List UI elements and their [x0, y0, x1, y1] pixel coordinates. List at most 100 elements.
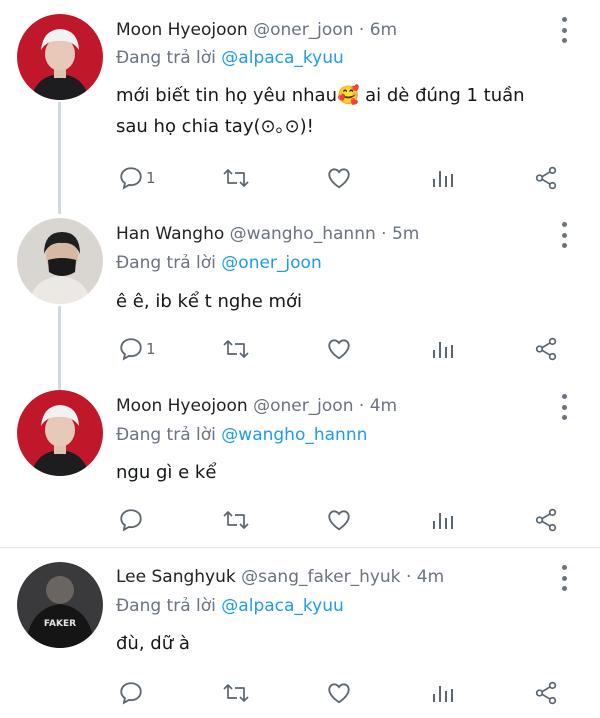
avatar-white-hair-icon	[17, 14, 103, 100]
tweet-text: ê ê, ib kể t nghe mới	[116, 286, 566, 317]
timestamp[interactable]: 6m	[370, 20, 397, 40]
action-bar	[0, 505, 600, 535]
action-bar: 1	[0, 163, 600, 193]
handle[interactable]: @wangho_hannn	[230, 224, 376, 244]
reply-button[interactable]	[118, 505, 146, 535]
reply-count: 1	[146, 169, 156, 187]
tweet-text-line: ê ê, ib kể t nghe mới	[116, 291, 303, 312]
retweet-button[interactable]	[222, 678, 250, 708]
display-name[interactable]: Moon Hyeojoon	[116, 396, 248, 416]
display-name[interactable]: Moon Hyeojoon	[116, 20, 248, 40]
analytics-icon	[433, 686, 453, 702]
reply-icon	[120, 338, 142, 361]
avatar[interactable]	[17, 14, 103, 100]
reply-icon	[120, 682, 142, 705]
avatar-faker-jacket-icon: FAKER	[17, 562, 103, 648]
handle[interactable]: @oner_joon	[253, 20, 353, 40]
reply-prefix: Đang trả lời	[116, 425, 216, 445]
avatar[interactable]	[17, 218, 103, 304]
reply-button[interactable]: 1	[118, 163, 156, 193]
like-button[interactable]	[326, 505, 352, 535]
reply-prefix: Đang trả lời	[116, 596, 216, 616]
share-icon	[535, 681, 557, 705]
share-icon	[535, 337, 557, 361]
reply-to-mention[interactable]: @wangho_hannn	[221, 425, 367, 445]
retweet-icon	[223, 169, 249, 187]
tweet-text: ngu gì e kể	[116, 457, 566, 488]
like-button[interactable]	[326, 678, 352, 708]
share-icon	[535, 508, 557, 532]
share-icon	[535, 166, 557, 190]
like-button[interactable]	[326, 163, 352, 193]
retweet-button[interactable]	[222, 334, 250, 364]
reply-to-mention[interactable]: @alpaca_kyuu	[221, 48, 343, 68]
tweet-text-line: sau họ chia tay(⊙｡⊙)!	[116, 116, 314, 137]
analytics-icon	[433, 342, 453, 358]
author-line: Moon Hyeojoon @oner_joon · 4m	[116, 396, 397, 416]
analytics-icon	[433, 513, 453, 529]
reply-tweet[interactable]: Moon Hyeojoon @oner_joon · 4m Đang trả l…	[0, 380, 600, 546]
handle[interactable]: @oner_joon	[253, 396, 353, 416]
reply-icon	[120, 167, 142, 190]
reply-tweet[interactable]: Moon Hyeojoon @oner_joon · 6m Đang trả l…	[0, 0, 600, 214]
share-button[interactable]	[533, 678, 559, 708]
tweet-text: đù, dữ à	[116, 628, 566, 659]
retweet-button[interactable]	[222, 163, 250, 193]
tweet-text-line: mới biết tin họ yêu nhau🥰 ai dè đúng 1 t…	[116, 85, 525, 106]
more-options-icon[interactable]	[557, 222, 571, 248]
replying-to: Đang trả lời @alpaca_kyuu	[116, 48, 344, 68]
replying-to: Đang trả lời @oner_joon	[116, 253, 322, 273]
action-bar	[0, 678, 600, 708]
separator: ·	[381, 224, 387, 244]
action-bar: 1	[0, 334, 600, 364]
more-options-icon[interactable]	[557, 565, 571, 591]
analytics-button[interactable]	[431, 505, 455, 535]
timestamp[interactable]: 4m	[417, 567, 444, 587]
display-name[interactable]: Han Wangho	[116, 224, 224, 244]
avatar-masked-icon	[17, 218, 103, 304]
like-icon	[328, 510, 350, 531]
handle[interactable]: @sang_faker_hyuk	[241, 567, 400, 587]
timestamp[interactable]: 4m	[370, 396, 397, 416]
reply-count: 1	[146, 340, 156, 358]
share-button[interactable]	[533, 505, 559, 535]
retweet-icon	[223, 340, 249, 358]
analytics-button[interactable]	[431, 334, 455, 364]
share-button[interactable]	[533, 163, 559, 193]
replying-to: Đang trả lời @alpaca_kyuu	[116, 596, 344, 616]
analytics-button[interactable]	[431, 163, 455, 193]
author-line: Moon Hyeojoon @oner_joon · 6m	[116, 20, 397, 40]
reply-to-mention[interactable]: @oner_joon	[221, 253, 321, 273]
retweet-button[interactable]	[222, 505, 250, 535]
separator: ·	[405, 567, 412, 587]
reply-icon	[120, 509, 142, 532]
like-icon	[328, 339, 350, 360]
tweet-text-line: đù, dữ à	[116, 633, 190, 654]
like-button[interactable]	[326, 334, 352, 364]
more-options-icon[interactable]	[557, 17, 571, 43]
display-name[interactable]: Lee Sanghyuk	[116, 567, 236, 587]
replying-to: Đang trả lời @wangho_hannn	[116, 425, 367, 445]
reply-tweet[interactable]: FAKER Lee Sanghyuk @sang_faker_hyuk · 4m…	[0, 548, 600, 718]
retweet-icon	[223, 684, 249, 702]
share-button[interactable]	[533, 334, 559, 364]
author-line: Lee Sanghyuk @sang_faker_hyuk · 4m	[116, 567, 444, 587]
reply-to-mention[interactable]: @alpaca_kyuu	[221, 596, 343, 616]
reply-button[interactable]	[118, 678, 146, 708]
avatar-jacket-text: FAKER	[44, 619, 76, 629]
more-options-icon[interactable]	[557, 394, 571, 420]
avatar[interactable]: FAKER	[17, 562, 103, 648]
author-line: Han Wangho @wangho_hannn · 5m	[116, 224, 419, 244]
tweet-text: mới biết tin họ yêu nhau🥰 ai dè đúng 1 t…	[116, 80, 566, 142]
separator: ·	[358, 20, 365, 40]
retweet-icon	[223, 511, 249, 529]
avatar[interactable]	[17, 390, 103, 476]
separator: ·	[358, 396, 365, 416]
timestamp[interactable]: 5m	[392, 224, 419, 244]
reply-tweet[interactable]: Han Wangho @wangho_hannn · 5m Đang trả l…	[0, 210, 600, 390]
like-icon	[328, 168, 350, 189]
like-icon	[328, 683, 350, 704]
avatar-white-hair-icon	[17, 390, 103, 476]
analytics-button[interactable]	[431, 678, 455, 708]
reply-button[interactable]: 1	[118, 334, 156, 364]
